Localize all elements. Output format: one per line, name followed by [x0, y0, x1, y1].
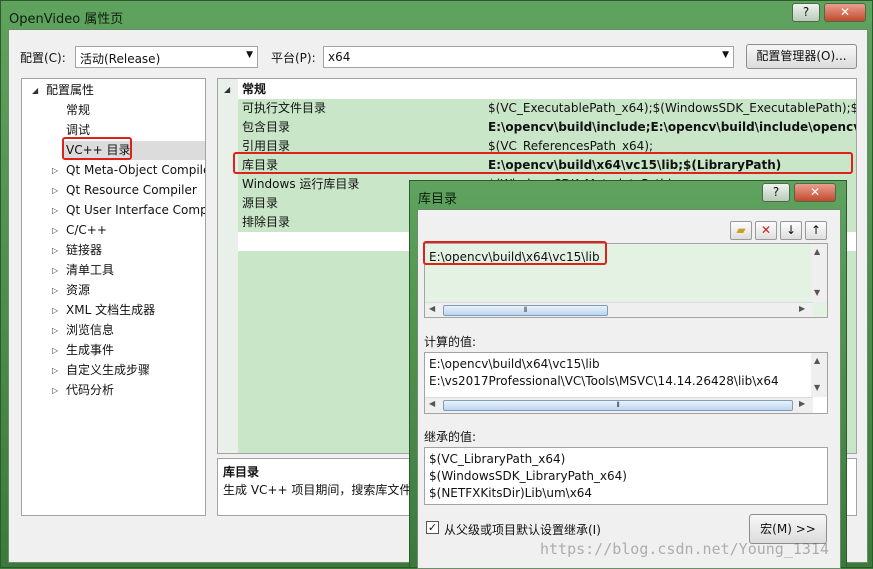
chevron-down-icon: ▼ [246, 50, 253, 60]
grid-row-name: 库目录 [242, 158, 279, 172]
tree-item-qt-moc[interactable]: Qt Meta-Object Compile [66, 161, 205, 180]
inherited-values-list: $(VC_LibraryPath_x64) $(WindowsSDK_Libra… [424, 447, 828, 505]
dialog-client-area: ▰ ✕ ↓ ↑ E:\opencv\build\x64\vc15\lib ▲ ▼… [417, 209, 841, 569]
scrollbar-thumb[interactable]: ⦀ [443, 305, 608, 316]
description-text: 生成 VC++ 项目期间，搜索库文件 [223, 483, 412, 497]
scroll-up-icon[interactable]: ▲ [814, 247, 820, 256]
collapsed-triangle-icon[interactable]: ▷ [52, 341, 58, 360]
collapsed-triangle-icon[interactable]: ▷ [52, 381, 58, 400]
horizontal-scrollbar[interactable]: ◀ ⦀ ▶ [425, 302, 813, 317]
tree-item-code-analysis[interactable]: 代码分析 [66, 381, 114, 400]
inherit-checkbox-label[interactable]: 从父级或项目默认设置继承(I) [444, 521, 601, 538]
tree-item-qt-rcc[interactable]: Qt Resource Compiler [66, 181, 197, 200]
collapsed-triangle-icon[interactable]: ▷ [52, 321, 58, 340]
expanded-triangle-icon[interactable]: ◢ [32, 81, 38, 100]
tree-item-manifest-tool[interactable]: 清单工具 [66, 261, 114, 280]
close-button[interactable]: ✕ [824, 3, 866, 22]
grid-row-value: $(VC_ReferencesPath_x64); [488, 139, 654, 153]
grid-gutter [218, 79, 238, 453]
scroll-right-icon[interactable]: ▶ [799, 399, 805, 408]
computed-value-line: E:\vs2017Professional\VC\Tools\MSVC\14.1… [429, 374, 779, 388]
config-combo-value: 活动(Release) [80, 52, 161, 66]
scroll-down-icon[interactable]: ▼ [814, 383, 820, 392]
tree-item-resources[interactable]: 资源 [66, 281, 90, 300]
scroll-right-icon[interactable]: ▶ [799, 304, 805, 313]
grid-row-value: E:\opencv\build\x64\vc15\lib;$(LibraryPa… [488, 158, 782, 172]
scrollbar-thumb[interactable]: ⦀ [443, 400, 793, 411]
dialog-title: 库目录 [418, 192, 458, 207]
collapsed-triangle-icon[interactable]: ▷ [52, 361, 58, 380]
collapsed-triangle-icon[interactable]: ▷ [52, 181, 58, 200]
tree-item-custom-build-step[interactable]: 自定义生成步骤 [66, 361, 150, 380]
collapsed-triangle-icon[interactable]: ▷ [52, 161, 58, 180]
tree-item-cpp[interactable]: C/C++ [66, 221, 107, 240]
grid-row-include-dirs[interactable]: 包含目录 E:\opencv\build\include;E:\opencv\b… [238, 118, 857, 137]
platform-combo[interactable]: x64 ▼ [323, 46, 734, 68]
platform-combo-value: x64 [328, 50, 351, 64]
grid-category-general[interactable]: 常规 [238, 80, 856, 99]
watermark-text: https://blog.csdn.net/Young_1314 [540, 540, 829, 558]
description-title: 库目录 [223, 465, 260, 479]
inherit-checkbox[interactable]: ✓ [426, 521, 439, 534]
collapsed-triangle-icon[interactable]: ▷ [52, 281, 58, 300]
config-label: 配置(C): [20, 51, 66, 65]
help-button[interactable]: ? [792, 3, 820, 22]
tree-item-browse-info[interactable]: 浏览信息 [66, 321, 114, 340]
vertical-scrollbar[interactable]: ▲ ▼ [811, 244, 827, 302]
delete-icon[interactable]: ✕ [755, 221, 777, 240]
inherited-value-line: $(VC_LibraryPath_x64) [429, 452, 566, 466]
expanded-triangle-icon[interactable]: ◢ [224, 80, 230, 99]
vertical-scrollbar[interactable]: ▲ ▼ [811, 353, 827, 397]
grid-row-executable-dirs[interactable]: 可执行文件目录 $(VC_ExecutablePath_x64);$(Windo… [238, 99, 857, 118]
window-title: OpenVideo 属性页 [9, 12, 124, 27]
tree-item-build-events[interactable]: 生成事件 [66, 341, 114, 360]
config-combo[interactable]: 活动(Release) ▼ [75, 46, 258, 68]
dialog-help-button[interactable]: ? [762, 183, 790, 202]
property-tree: ◢ 配置属性 常规 调试 VC++ 目录 ▷ Qt Meta-Object Co… [21, 78, 206, 516]
inherited-label: 继承的值: [424, 430, 477, 444]
grid-row-reference-dirs[interactable]: 引用目录 $(VC_ReferencesPath_x64); [238, 137, 856, 156]
scroll-up-icon[interactable]: ▲ [814, 356, 820, 365]
scroll-left-icon[interactable]: ◀ [429, 304, 435, 313]
tree-item-general[interactable]: 常规 [66, 101, 90, 120]
inherited-value-line: $(NETFXKitsDir)Lib\um\x64 [429, 486, 593, 500]
move-up-icon[interactable]: ↑ [805, 221, 827, 240]
computed-value-line: E:\opencv\build\x64\vc15\lib [429, 357, 600, 371]
scroll-down-icon[interactable]: ▼ [814, 288, 820, 297]
grid-row-name: 引用目录 [242, 139, 291, 153]
directory-entry[interactable]: E:\opencv\build\x64\vc15\lib [429, 249, 600, 266]
collapsed-triangle-icon[interactable]: ▷ [52, 261, 58, 280]
collapsed-triangle-icon[interactable]: ▷ [52, 241, 58, 260]
config-manager-button[interactable]: 配置管理器(O)... [746, 44, 857, 69]
computed-label: 计算的值: [424, 335, 477, 349]
grid-row-library-dirs[interactable]: 库目录 E:\opencv\build\x64\vc15\lib;$(Libra… [238, 156, 856, 175]
tree-root-config-properties[interactable]: 配置属性 [46, 81, 94, 100]
collapsed-triangle-icon[interactable]: ▷ [52, 221, 58, 240]
computed-values-list: E:\opencv\build\x64\vc15\lib E:\vs2017Pr… [424, 352, 828, 414]
dialog-close-button[interactable]: ✕ [794, 183, 836, 202]
tree-item-xml-doc-generator[interactable]: XML 文档生成器 [66, 301, 155, 320]
grid-row-value: E:\opencv\build\include;E:\opencv\build\… [488, 120, 857, 134]
tree-item-qt-uic[interactable]: Qt User Interface Comp [66, 201, 205, 220]
grid-row-value: $(VC_ExecutablePath_x64);$(WindowsSDK_Ex… [488, 101, 857, 115]
collapsed-triangle-icon[interactable]: ▷ [52, 301, 58, 320]
horizontal-scrollbar[interactable]: ◀ ⦀ ▶ [425, 397, 813, 413]
platform-label: 平台(P): [271, 51, 316, 65]
grid-row-name: 可执行文件目录 [242, 101, 327, 115]
library-dirs-dialog: 库目录 ? ✕ ▰ ✕ ↓ ↑ E:\opencv\build\x64\vc15… [409, 180, 847, 569]
grid-row-name: 包含目录 [242, 120, 291, 134]
chevron-down-icon: ▼ [722, 50, 729, 60]
collapsed-triangle-icon[interactable]: ▷ [52, 201, 58, 220]
directory-edit-list[interactable]: E:\opencv\build\x64\vc15\lib ▲ ▼ ◀ ⦀ ▶ [424, 243, 828, 318]
tree-item-debugging[interactable]: 调试 [66, 121, 90, 140]
tree-item-linker[interactable]: 链接器 [66, 241, 102, 260]
scroll-left-icon[interactable]: ◀ [429, 399, 435, 408]
new-line-icon[interactable]: ▰ [730, 221, 752, 240]
inherited-value-line: $(WindowsSDK_LibraryPath_x64) [429, 469, 627, 483]
move-down-icon[interactable]: ↓ [780, 221, 802, 240]
tree-item-vc-directories[interactable]: VC++ 目录 [64, 141, 205, 160]
